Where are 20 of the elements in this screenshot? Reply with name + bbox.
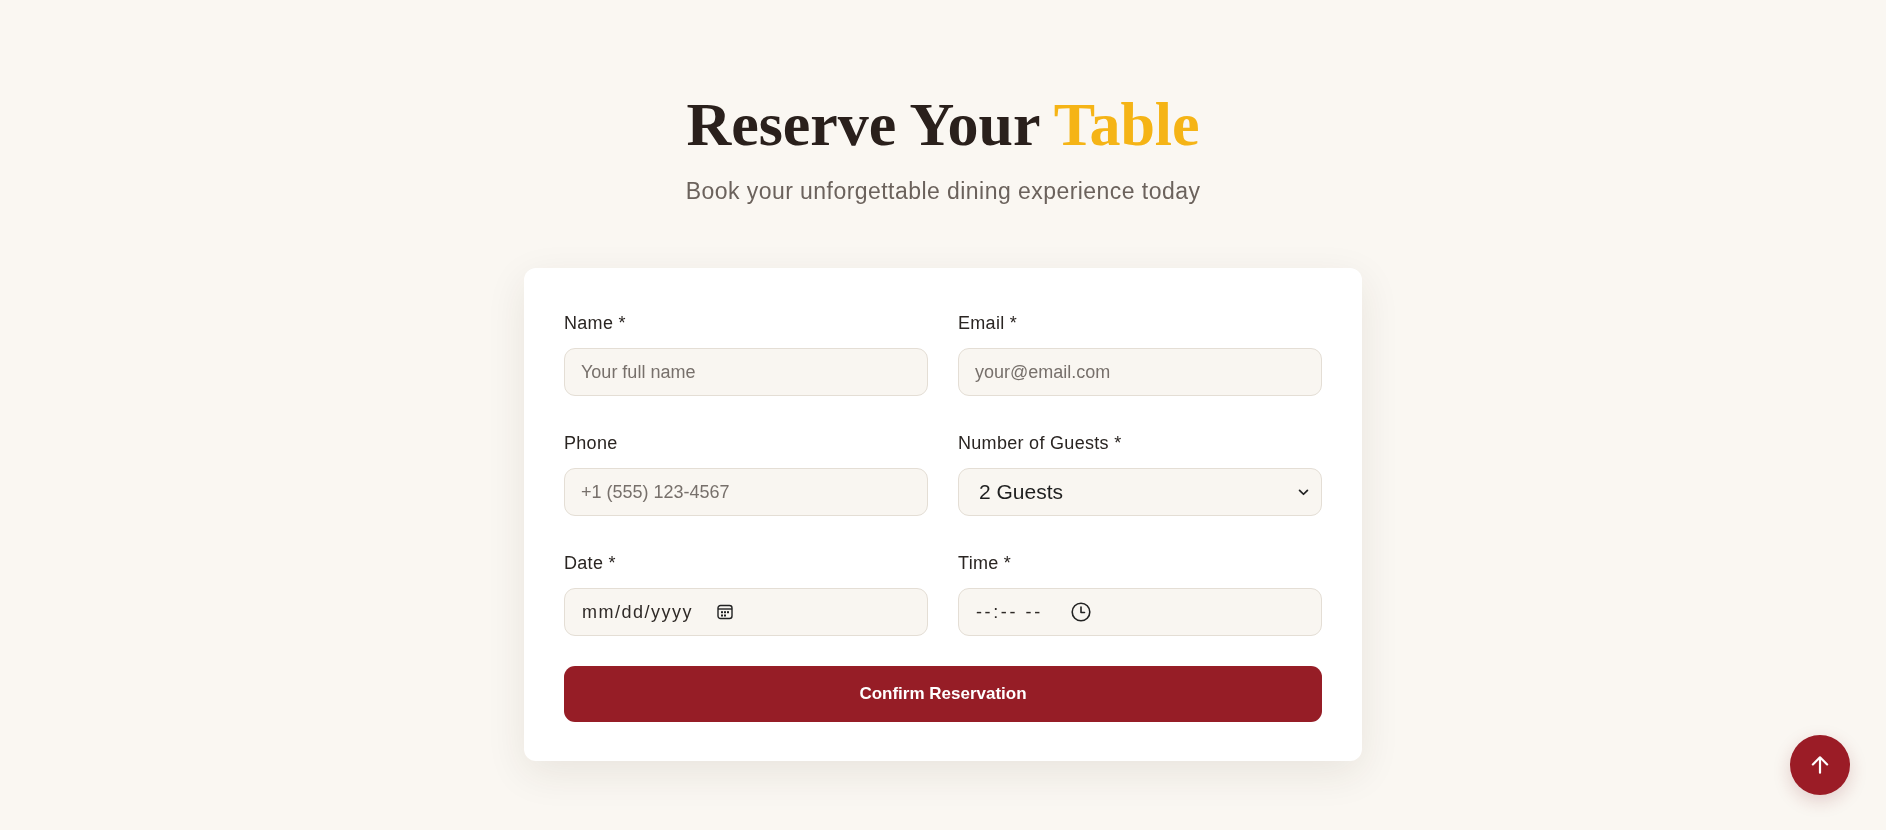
input-field[interactable]: +1 (555) 123-4567 (564, 468, 928, 516)
dropdown-select[interactable]: 2 Guests (958, 468, 1322, 516)
calendar-icon[interactable] (717, 604, 733, 620)
arrow-up-icon (1809, 754, 1831, 776)
page-title: Reserve Your Table (686, 89, 1200, 160)
page-subtitle: Book your unforgettable dining experience today (685, 177, 1201, 206)
field-label: Email * (958, 312, 1018, 334)
time-field[interactable]: --:-- -- (958, 588, 1322, 636)
scroll-to-top-button[interactable] (1790, 735, 1850, 795)
field-label: Name * (564, 312, 626, 334)
field-label: Phone (564, 432, 618, 454)
date-field[interactable]: mm/dd/yyyy (564, 588, 928, 636)
field-label: Number of Guests * (958, 432, 1122, 454)
input-field[interactable]: your@email.com (958, 348, 1322, 396)
clock-icon[interactable] (1071, 602, 1091, 622)
input-field[interactable]: Your full name (564, 348, 928, 396)
confirm-reservation-button[interactable]: Confirm Reservation (564, 666, 1322, 722)
chevron-down-icon (1298, 488, 1309, 496)
field-label: Time * (958, 552, 1012, 574)
field-label: Date * (564, 552, 616, 574)
